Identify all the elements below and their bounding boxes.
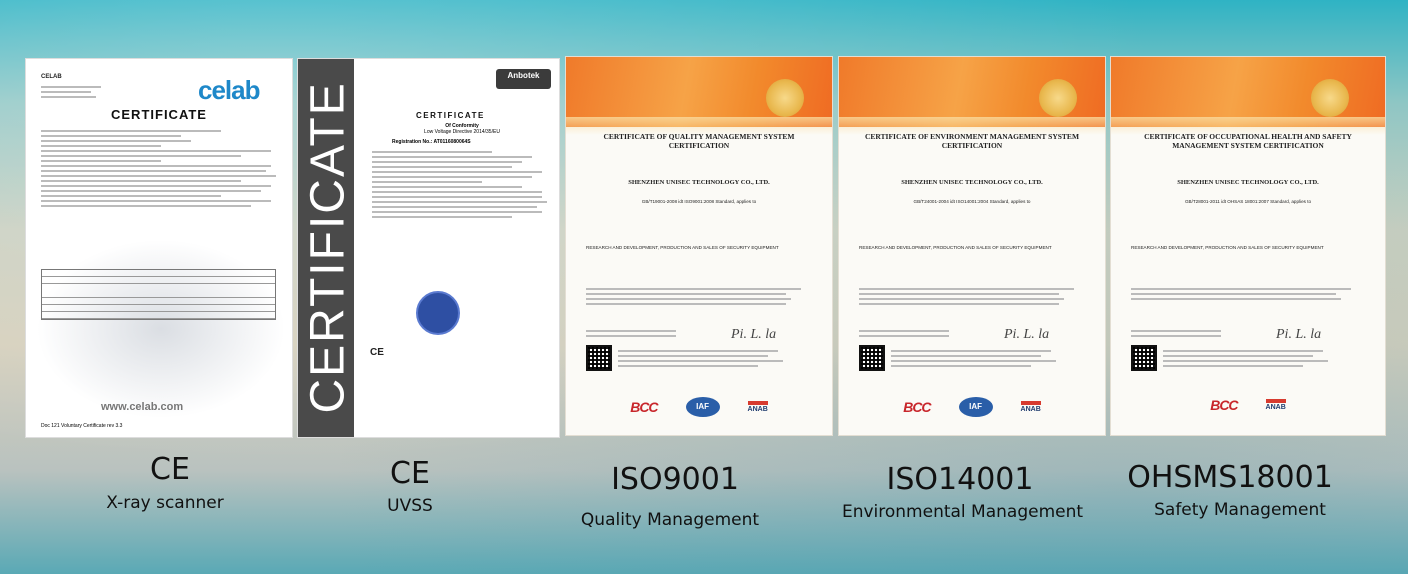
fine-print — [618, 347, 798, 370]
address-lines — [1131, 285, 1365, 303]
certificate-title: CERTIFICATE OF QUALITY MANAGEMENT SYSTEM… — [603, 132, 795, 150]
celab-logo: celab — [198, 75, 260, 105]
scope-text: RESEARCH AND DEVELOPMENT, PRODUCTION AND… — [586, 245, 779, 250]
caption-main-ohsms18001: OHSMS18001 — [1127, 460, 1333, 495]
certificate-ohsms18001: CERTIFICATE OF OCCUPATIONAL HEALTH AND S… — [1110, 56, 1386, 436]
company-name: SHENZHEN UNISEC TECHNOLOGY CO., LTD. — [628, 179, 770, 186]
certificate-body-text: Of Conformity Low Voltage Directive 2014… — [372, 121, 552, 221]
accreditation-logos: BCC IAF ANAB — [839, 397, 1105, 417]
bcc-logo: BCC — [903, 399, 931, 415]
fine-print — [891, 347, 1071, 370]
qr-code — [1131, 345, 1157, 371]
certificate-title: CERTIFICATE — [416, 111, 485, 120]
celab-url: www.celab.com — [101, 401, 184, 413]
anab-logo: ANAB — [747, 401, 768, 413]
caption-sub-iso9001: Quality Management — [580, 510, 760, 530]
iaf-logo: IAF — [685, 397, 720, 417]
standard-text: GB/T28001-2011 idt OHSAS 18001:2007 Stan… — [1184, 199, 1312, 204]
certificate-iso14001: CERTIFICATE OF ENVIRONMENT MANAGEMENT SY… — [838, 56, 1106, 436]
caption-main-iso14001: ISO14001 — [886, 462, 1034, 497]
gold-emblem — [1311, 79, 1349, 117]
bcc-logo: BCC — [630, 399, 658, 415]
dates-block — [859, 327, 1085, 340]
address-lines — [586, 285, 812, 308]
gold-emblem — [766, 79, 804, 117]
signature: Pi. L. la — [1276, 327, 1322, 342]
scope-text: RESEARCH AND DEVELOPMENT, PRODUCTION AND… — [1131, 245, 1324, 250]
certificate-title: CERTIFICATE — [111, 107, 207, 122]
certificate-title: CERTIFICATE OF ENVIRONMENT MANAGEMENT SY… — [864, 132, 1080, 150]
scope-text: RESEARCH AND DEVELOPMENT, PRODUCTION AND… — [859, 245, 1052, 250]
qr-code — [859, 345, 885, 371]
brand-name: CELAB — [41, 74, 62, 80]
signature: Pi. L. la — [731, 327, 777, 342]
certificate-body-text — [41, 127, 281, 210]
address-block — [41, 83, 121, 101]
address-lines — [859, 285, 1085, 308]
bcc-logo: BCC — [1210, 397, 1238, 413]
accreditation-logos: BCC ANAB — [1111, 397, 1385, 413]
dates-block — [1131, 327, 1365, 340]
directive-text: Low Voltage Directive 2014/35/EU — [424, 129, 500, 135]
certificate-title: CERTIFICATE OF OCCUPATIONAL HEALTH AND S… — [1144, 132, 1352, 150]
anab-logo: ANAB — [1265, 399, 1286, 411]
signature: Pi. L. la — [1004, 327, 1050, 342]
company-name: SHENZHEN UNISEC TECHNOLOGY CO., LTD. — [1177, 179, 1319, 186]
anab-logo: ANAB — [1020, 401, 1041, 413]
company-name: SHENZHEN UNISEC TECHNOLOGY CO., LTD. — [901, 179, 1043, 186]
certification-seal — [416, 291, 460, 335]
iaf-logo: IAF — [958, 397, 993, 417]
caption-main-iso9001: ISO9001 — [611, 462, 739, 497]
gold-emblem — [1039, 79, 1077, 117]
standard-text: GB/T24001-2004 idt ISO14001:2004 Standar… — [913, 199, 1031, 204]
certificate-iso9001: CERTIFICATE OF QUALITY MANAGEMENT SYSTEM… — [565, 56, 833, 436]
caption-sub-ohsms18001: Safety Management — [1154, 500, 1326, 520]
certificate-celab-ce: CELAB celab CERTIFICATE www.celab.com Do… — [25, 58, 293, 438]
standard-text: GB/T19001-2008 idt ISO9001:2008 Standard… — [641, 199, 757, 204]
ce-mark: CE — [370, 347, 384, 358]
certificate-anbotek-ce: CERTIFICATE Anbotek CERTIFICATE Of Confo… — [297, 58, 560, 438]
side-band-text: CERTIFICATE — [301, 81, 355, 414]
accreditation-logos: BCC IAF ANAB — [566, 397, 832, 417]
caption-main-anbotek: CE — [390, 456, 430, 491]
caption-sub-anbotek: UVSS — [387, 496, 433, 516]
caption-sub-iso14001: Environmental Management — [841, 502, 1084, 522]
conformity-table — [41, 269, 276, 320]
qr-code — [586, 345, 612, 371]
fine-print — [1163, 347, 1343, 370]
registration-number: Registration No.: AT0116080064S — [392, 139, 471, 145]
anbotek-logo: Anbotek — [496, 69, 551, 89]
caption-sub-celab: X-ray scanner — [106, 493, 224, 513]
dates-block — [586, 327, 812, 340]
doc-version: Doc 121 Voluntary Certificate rev 3.3 — [41, 423, 123, 429]
world-map-watermark — [36, 239, 286, 419]
caption-main-celab: CE — [150, 452, 190, 487]
